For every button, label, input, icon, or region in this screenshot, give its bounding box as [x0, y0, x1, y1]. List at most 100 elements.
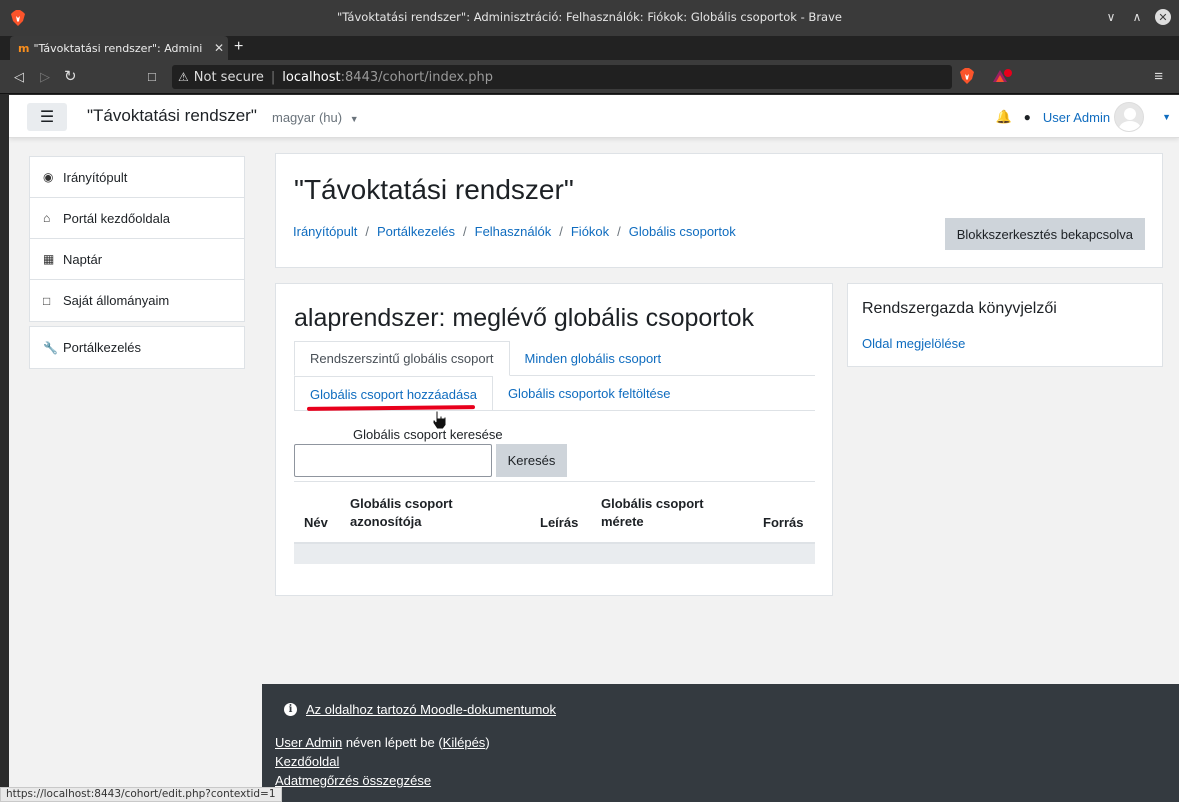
profile-link[interactable]: User Admin [275, 735, 342, 750]
login-info-text: néven lépett be ( [342, 735, 443, 750]
browser-menu-icon[interactable]: ≡ [1154, 68, 1163, 85]
section-title: alaprendszer: meglévő globális csoportok [294, 304, 754, 332]
url-path: :8443/cohort/index.php [340, 69, 494, 85]
window-title: "Távoktatási rendszer": Adminisztráció: … [337, 10, 842, 24]
breadcrumb: Irányítópult / Portálkezelés / Felhaszná… [293, 224, 736, 239]
cohorts-table: Név Globális csoport azonosítója Leírás … [294, 481, 815, 564]
column-header-description: Leírás [540, 515, 579, 530]
avatar[interactable] [1114, 102, 1145, 132]
drawer-item-label: Portálkezelés [63, 340, 142, 355]
tab-strip: m "Távoktatási rendszer": Admini ✕ + [0, 36, 1179, 60]
nav-drawer: ◉ Irányítópult ⌂ Portál kezdőoldala ▦ Na… [29, 156, 245, 373]
search-label: Globális csoport keresése [353, 427, 503, 442]
navbar-user-area: 🔔 ● User Admin ▼ [995, 102, 1171, 132]
chat-bubble-icon[interactable]: ● [1024, 110, 1031, 124]
column-header-size-line2: mérete [601, 514, 644, 529]
language-menu[interactable]: magyar (hu) ▼ [272, 110, 359, 125]
tab-upload-cohorts[interactable]: Globális csoportok feltöltése [493, 376, 686, 411]
tabs-row-primary: Rendszerszintű globális csoport Minden g… [294, 341, 815, 376]
file-icon: □ [43, 293, 51, 308]
url-host: localhost [282, 69, 341, 85]
minimize-icon[interactable]: ∨ [1103, 9, 1119, 25]
block-title: Rendszergazda könyvjelzői [862, 300, 1057, 317]
close-icon[interactable]: ✕ [1155, 9, 1171, 25]
login-info-end: ) [485, 735, 490, 750]
maximize-icon[interactable]: ∧ [1129, 9, 1145, 25]
breadcrumb-separator: / [559, 224, 563, 239]
breadcrumb-users[interactable]: Felhasználók [475, 224, 552, 239]
block-editing-button[interactable]: Blokkszerkesztés bekapcsolva [944, 218, 1145, 250]
logout-link[interactable]: Kilépés [443, 735, 486, 750]
column-header-id-line2: azonosítója [350, 514, 422, 529]
window-controls: ∨ ∧ ✕ [1103, 9, 1171, 25]
back-icon[interactable]: ◁ [14, 69, 24, 85]
main-content-card: alaprendszer: meglévő globális csoportok… [275, 283, 833, 596]
drawer-item-label: Naptár [63, 251, 103, 267]
wrench-icon: 🔧 [43, 340, 58, 355]
brave-rewards-icon[interactable] [992, 69, 1012, 83]
user-menu-caret-icon[interactable]: ▼ [1162, 112, 1171, 122]
breadcrumb-cohorts[interactable]: Globális csoportok [629, 224, 736, 239]
dashboard-icon: ◉ [43, 170, 54, 184]
page-title: "Távoktatási rendszer" [294, 174, 574, 205]
drawer-item-label: Irányítópult [63, 169, 128, 185]
column-header-size: Globális csoport mérete [601, 495, 704, 531]
warning-icon: ⚠ [178, 70, 189, 84]
url-separator: | [270, 69, 276, 85]
footer-home: Kezdőoldal [275, 754, 339, 769]
calendar-icon: ▦ [43, 252, 55, 266]
moodle-docs-link[interactable]: Az oldalhoz tartozó Moodle-dokumentumok [306, 702, 556, 717]
brave-shield-icon[interactable] [960, 68, 974, 84]
drawer-item-label: Saját állományaim [63, 293, 170, 308]
footer-retention: Adatmegőrzés összegzése [275, 773, 431, 788]
reload-icon[interactable]: ↻ [64, 67, 77, 85]
info-icon: i [284, 703, 297, 716]
drawer-toggle-button[interactable]: ☰ [27, 103, 67, 131]
breadcrumb-dashboard[interactable]: Irányítópult [293, 224, 357, 239]
column-header-id[interactable]: Globális csoport azonosítója [350, 495, 453, 531]
breadcrumb-accounts[interactable]: Fiókok [571, 224, 609, 239]
page-header-card: "Távoktatási rendszer" Irányítópult / Po… [275, 153, 1163, 268]
bookmark-page-link[interactable]: Oldal megjelölése [862, 336, 965, 351]
forward-icon[interactable]: ▷ [40, 69, 50, 85]
new-tab-icon[interactable]: + [234, 38, 243, 56]
column-header-name[interactable]: Név [304, 514, 328, 532]
breadcrumb-separator: / [463, 224, 467, 239]
caret-down-icon: ▼ [349, 114, 359, 124]
data-retention-link[interactable]: Adatmegőrzés összegzése [275, 773, 431, 788]
drawer-item-calendar[interactable]: ▦ Naptár [30, 239, 244, 280]
user-menu-name[interactable]: User Admin [1043, 110, 1110, 125]
footer-docs: i Az oldalhoz tartozó Moodle-dokumentumo… [284, 702, 556, 717]
column-header-size-line1: Globális csoport [601, 496, 704, 511]
drawer-item-dashboard[interactable]: ◉ Irányítópult [30, 157, 244, 198]
tab-system-cohorts[interactable]: Rendszerszintű globális csoport [294, 341, 510, 376]
column-header-id-line1: Globális csoport [350, 496, 453, 511]
not-secure-label: Not secure [193, 69, 264, 85]
drawer-item-private-files[interactable]: □ Saját állományaim [30, 280, 244, 321]
drawer-main-group: ◉ Irányítópult ⌂ Portál kezdőoldala ▦ Na… [29, 156, 245, 322]
status-bar-url: https://localhost:8443/cohort/edit.php?c… [0, 787, 282, 802]
tab-close-icon[interactable]: ✕ [210, 41, 228, 55]
bell-icon[interactable]: 🔔 [995, 109, 1011, 125]
login-info: User Admin néven lépett be (Kilépés) [275, 735, 490, 750]
address-bar[interactable]: ⚠ Not secure | localhost :8443/cohort/in… [172, 65, 952, 89]
page-footer: i Az oldalhoz tartozó Moodle-dokumentumo… [262, 684, 1179, 802]
home-icon: ⌂ [43, 211, 51, 225]
column-header-source: Forrás [763, 515, 804, 530]
drawer-item-site-admin[interactable]: 🔧 Portálkezelés [30, 327, 244, 368]
window-titlebar: "Távoktatási rendszer": Adminisztráció: … [0, 0, 1179, 36]
cohort-search-input[interactable] [294, 444, 492, 477]
breadcrumb-site-admin[interactable]: Portálkezelés [377, 224, 455, 239]
site-brand[interactable]: "Távoktatási rendszer" [87, 106, 257, 126]
breadcrumb-separator: / [617, 224, 621, 239]
home-link[interactable]: Kezdőoldal [275, 754, 339, 769]
bookmark-icon[interactable]: □ [148, 69, 156, 84]
drawer-item-site-home[interactable]: ⌂ Portál kezdőoldala [30, 198, 244, 239]
admin-bookmarks-block: Rendszergazda könyvjelzői Oldal megjelöl… [847, 283, 1163, 367]
tab-all-cohorts[interactable]: Minden globális csoport [510, 341, 677, 376]
browser-tab[interactable]: m "Távoktatási rendszer": Admini ✕ [10, 36, 228, 60]
drawer-admin-group: 🔧 Portálkezelés [29, 326, 245, 369]
table-header: Név Globális csoport azonosítója Leírás … [294, 482, 815, 544]
browser-toolbar: ◁ ▷ ↻ □ ⚠ Not secure | localhost :8443/c… [0, 60, 1179, 94]
search-button[interactable]: Keresés [496, 444, 567, 477]
